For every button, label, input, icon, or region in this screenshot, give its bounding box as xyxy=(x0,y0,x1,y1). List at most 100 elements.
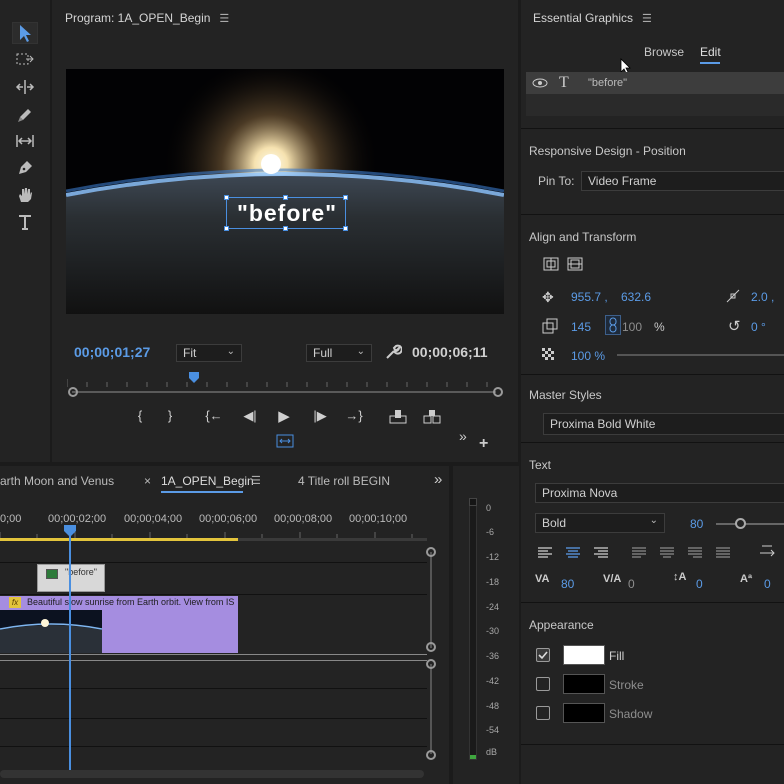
align-vertical-center-icon[interactable] xyxy=(567,257,583,271)
font-size-slider[interactable] xyxy=(716,523,784,525)
step-forward-icon[interactable]: |▶ xyxy=(310,408,330,424)
pin-to-value: Video Frame xyxy=(588,174,657,188)
settings-wrench-icon[interactable] xyxy=(384,343,403,361)
video-clip[interactable]: fx Beautiful slow sunrise from Earth orb… xyxy=(0,596,238,653)
work-area-bar[interactable] xyxy=(0,538,238,541)
go-to-out-icon[interactable]: →} xyxy=(344,408,364,423)
stroke-checkbox[interactable] xyxy=(536,677,550,691)
layer-row[interactable]: T "before" xyxy=(526,72,784,94)
program-mini-ruler[interactable] xyxy=(66,376,499,387)
scrollbar-left-handle[interactable] xyxy=(68,387,78,397)
font-dropdown[interactable]: Proxima Nova xyxy=(535,483,784,503)
text-direction-icon[interactable] xyxy=(758,543,776,559)
rotation-value[interactable]: 0 ° xyxy=(751,320,766,334)
essential-footer xyxy=(521,744,784,784)
zoom-dropdown[interactable]: Fit ⌄ xyxy=(176,344,242,362)
tab-1a-open-begin[interactable]: 1A_OPEN_Begin xyxy=(161,474,254,488)
layer-name: "before" xyxy=(588,77,627,89)
shadow-label: Shadow xyxy=(609,707,653,721)
program-title[interactable]: Program: 1A_OPEN_Begin ☰ xyxy=(65,11,229,25)
opacity-slider[interactable] xyxy=(617,354,784,356)
quality-dropdown[interactable]: Full ⌄ xyxy=(306,344,372,362)
tracking-icon: V/A xyxy=(603,573,622,585)
baseline-value[interactable]: 0 xyxy=(764,577,771,591)
ripple-edit-tool-icon[interactable] xyxy=(12,76,38,98)
more-tabs-icon[interactable]: » xyxy=(434,471,442,488)
panel-menu-icon[interactable]: ☰ xyxy=(251,474,261,487)
video-scroll-top-handle[interactable] xyxy=(426,547,436,557)
panel-menu-icon[interactable]: ☰ xyxy=(219,12,229,25)
tab-edit[interactable]: Edit xyxy=(700,45,721,59)
master-style-dropdown[interactable]: Proxima Bold White xyxy=(543,413,784,435)
hand-tool-icon[interactable] xyxy=(12,184,38,206)
text-selection-box[interactable]: "before" xyxy=(224,195,348,231)
playhead-handle[interactable] xyxy=(64,525,76,537)
db-label-18: -18 xyxy=(486,577,500,587)
pen-tool-icon[interactable] xyxy=(12,157,38,179)
slip-tool-icon[interactable] xyxy=(12,130,38,152)
essential-title[interactable]: Essential Graphics ☰ xyxy=(533,11,652,25)
db-label-48: -48 xyxy=(486,701,500,711)
audio-scrollbar[interactable] xyxy=(430,664,432,754)
shadow-color-swatch[interactable] xyxy=(563,703,605,723)
link-scale-icon[interactable] xyxy=(605,315,621,335)
panel-menu-icon[interactable]: ☰ xyxy=(642,12,652,25)
audio-scroll-top-handle[interactable] xyxy=(426,659,436,669)
leading-value[interactable]: 0 xyxy=(696,577,703,591)
extract-icon[interactable] xyxy=(422,408,442,424)
close-tab-icon[interactable]: × xyxy=(144,474,151,488)
ruler-label-6: 00;00;06;00 xyxy=(199,513,258,525)
ruler-label-8: 00;00;08;00 xyxy=(274,513,333,525)
program-playhead-marker[interactable] xyxy=(189,372,199,384)
play-icon[interactable]: ▶ xyxy=(274,407,294,425)
font-size-value[interactable]: 80 xyxy=(690,517,703,531)
anchor-x-value[interactable]: 2.0 , xyxy=(751,290,774,304)
ruler-label-4: 00;00;04;00 xyxy=(124,513,183,525)
horizontal-scrollbar[interactable] xyxy=(0,770,424,778)
scrollbar-right-handle[interactable] xyxy=(493,387,503,397)
lift-icon[interactable] xyxy=(388,408,408,424)
font-size-slider-thumb[interactable] xyxy=(735,518,746,529)
razor-tool-icon[interactable] xyxy=(12,103,38,125)
more-controls-icon[interactable]: » xyxy=(459,428,467,444)
fx-badge[interactable]: fx xyxy=(9,597,21,608)
title-clip[interactable]: "before" xyxy=(37,564,105,592)
meter-clip-indicator[interactable] xyxy=(469,498,477,506)
track-select-tool-icon[interactable] xyxy=(12,48,38,70)
tab-title-roll-begin[interactable]: 4 Title roll BEGIN xyxy=(298,474,390,488)
go-to-in-icon[interactable]: {← xyxy=(204,408,224,423)
playhead-timecode[interactable]: 00;00;01;27 xyxy=(74,344,150,360)
zoom-scrollbar[interactable] xyxy=(72,391,496,393)
button-editor-plus-icon[interactable]: + xyxy=(479,435,488,453)
fill-checkbox[interactable] xyxy=(536,648,550,662)
safe-margins-icon[interactable] xyxy=(276,434,294,448)
timeline-panel: arth Moon and Venus × 1A_OPEN_Begin ☰ 4 … xyxy=(0,466,449,784)
align-horizontal-center-icon[interactable] xyxy=(543,257,559,271)
appearance-section: Appearance Fill Stroke Shadow xyxy=(521,602,784,744)
tab-earth-moon-venus[interactable]: arth Moon and Venus xyxy=(0,474,114,488)
db-label-6: -6 xyxy=(486,527,495,537)
scale-value[interactable]: 145 xyxy=(571,320,591,334)
shadow-checkbox[interactable] xyxy=(536,706,550,720)
mark-out-icon[interactable]: } xyxy=(160,408,180,423)
type-tool-icon[interactable] xyxy=(12,211,38,233)
audio-scroll-bottom-handle[interactable] xyxy=(426,750,436,760)
stroke-color-swatch[interactable] xyxy=(563,674,605,694)
font-style-dropdown[interactable]: Bold ⌄ xyxy=(535,513,665,533)
tab-browse[interactable]: Browse xyxy=(644,45,684,59)
step-back-icon[interactable]: ◀| xyxy=(240,408,260,424)
position-y-value[interactable]: 632.6 xyxy=(621,290,651,304)
kerning-value[interactable]: 80 xyxy=(561,577,574,591)
opacity-value[interactable]: 100 % xyxy=(571,349,605,363)
eye-icon[interactable] xyxy=(532,77,548,89)
position-x-value[interactable]: 955.7 , xyxy=(571,290,608,304)
video-scroll-bottom-handle[interactable] xyxy=(426,642,436,652)
timeline-playhead[interactable] xyxy=(69,526,71,772)
fill-color-swatch[interactable] xyxy=(563,645,605,665)
pin-to-dropdown[interactable]: Video Frame xyxy=(581,171,784,191)
opacity-icon xyxy=(542,348,556,362)
video-preview[interactable]: "before" xyxy=(66,69,504,314)
video-scrollbar[interactable] xyxy=(430,552,432,648)
selection-tool-icon[interactable] xyxy=(12,22,38,44)
mark-in-icon[interactable]: { xyxy=(130,408,150,423)
